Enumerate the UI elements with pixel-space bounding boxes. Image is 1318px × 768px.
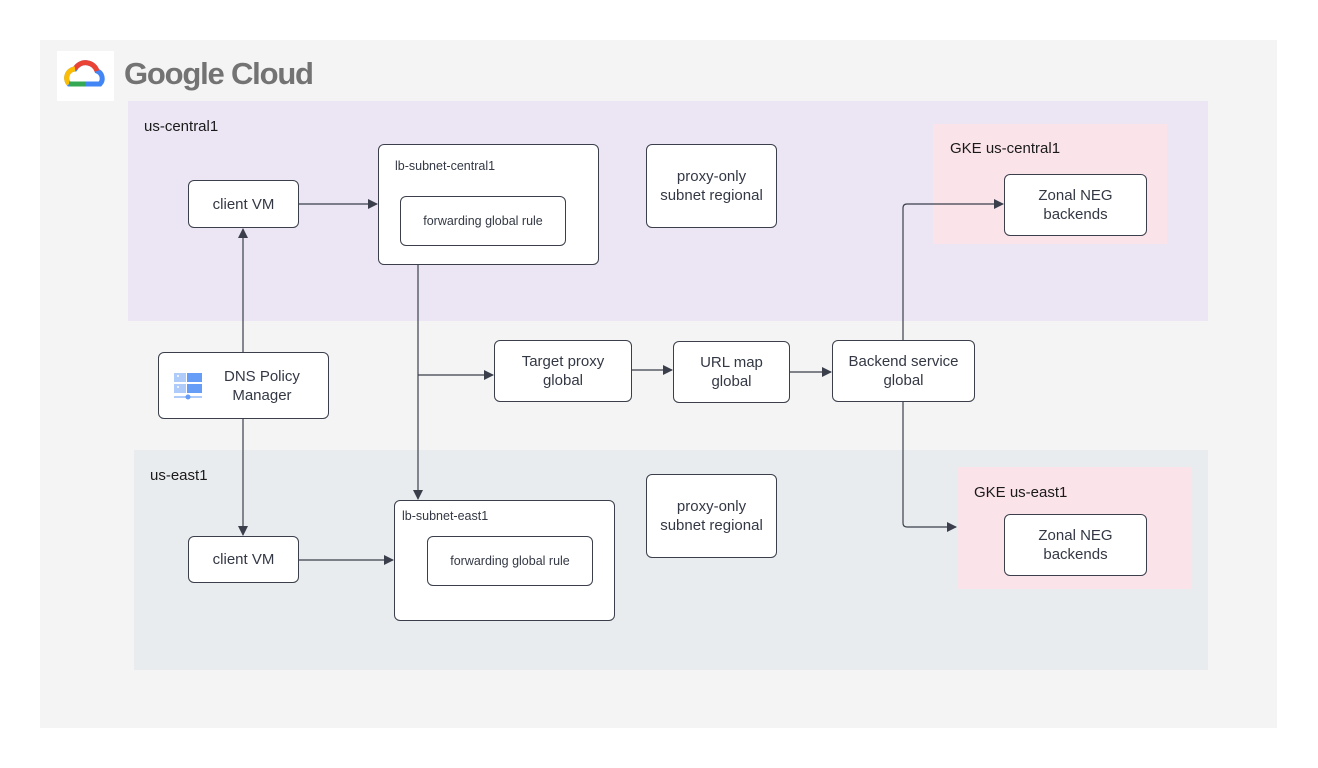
dns-line1: DNS Policy [224, 367, 300, 385]
proxy-only-subnet-central[interactable]: proxy-only subnet regional [646, 144, 777, 228]
google-cloud-logo [57, 51, 114, 101]
target-proxy-global[interactable]: Target proxy global [494, 340, 632, 402]
zonal-neg-backends-central[interactable]: Zonal NEG backends [1004, 174, 1147, 236]
proxy-only-east-line1: proxy-only [676, 498, 747, 515]
backend-service-line2: global [883, 372, 924, 389]
lb-subnet-east1-label: lb-subnet-east1 [402, 509, 489, 523]
client-vm-east[interactable]: client VM [188, 536, 299, 583]
neg-east-line2: backends [1043, 546, 1108, 563]
neg-east-line1: Zonal NEG [1038, 527, 1113, 544]
proxy-only-east-line2: subnet regional [660, 517, 763, 534]
target-proxy-line1: Target proxy [521, 353, 605, 370]
region-label-gke-us-east1: GKE us-east1 [974, 484, 1068, 501]
target-proxy-line2: global [542, 372, 584, 389]
brand-name: Google Cloud [124, 56, 314, 91]
dns-policy-manager[interactable]: DNS Policy Manager [158, 352, 329, 419]
backend-service-line1: Backend service [848, 353, 959, 370]
client-vm-central[interactable]: client VM [188, 180, 299, 228]
zonal-neg-backends-east[interactable]: Zonal NEG backends [1004, 514, 1147, 576]
region-label-gke-us-central1: GKE us-central1 [950, 140, 1061, 157]
backend-service-global[interactable]: Backend service global [832, 340, 975, 402]
url-map-global[interactable]: URL map global [673, 341, 790, 403]
region-label-us-east1: us-east1 [150, 467, 208, 484]
region-label-us-central1: us-central1 [144, 118, 219, 135]
neg-central-line2: backends [1043, 206, 1108, 223]
forwarding-rule-east[interactable]: forwarding global rule [427, 536, 593, 586]
proxy-only-central-line2: subnet regional [660, 187, 763, 204]
dns-server-icon [174, 372, 202, 399]
proxy-only-central-line1: proxy-only [676, 168, 747, 185]
forwarding-rule-central[interactable]: forwarding global rule [400, 196, 566, 246]
lb-subnet-central1-label: lb-subnet-central1 [395, 159, 496, 173]
neg-central-line1: Zonal NEG [1038, 187, 1113, 204]
google-cloud-logo-icon [64, 60, 105, 87]
dns-line2: Manager [232, 386, 292, 404]
url-map-line1: URL map [700, 354, 763, 371]
proxy-only-subnet-east[interactable]: proxy-only subnet regional [646, 474, 777, 558]
url-map-line2: global [711, 373, 752, 390]
